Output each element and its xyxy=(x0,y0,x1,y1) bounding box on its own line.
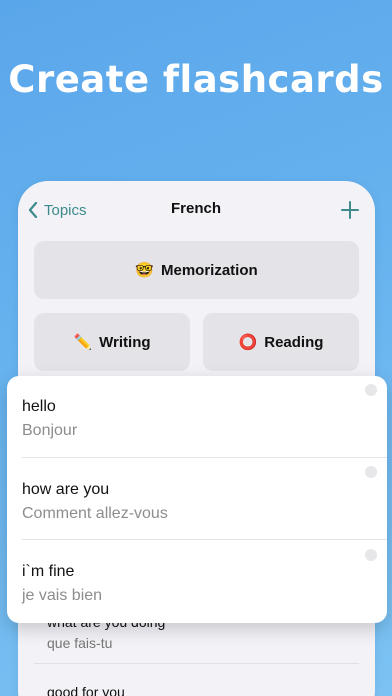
writing-button[interactable]: ✏️ Writing xyxy=(34,313,190,371)
status-dot xyxy=(365,466,377,478)
flashcard-row[interactable]: hello Bonjour xyxy=(7,376,387,458)
card-word: how are you xyxy=(22,481,110,498)
nerd-face-icon: 🤓 xyxy=(135,262,154,279)
divider xyxy=(22,539,387,540)
flashcard-panel: hello Bonjour how are you Comment allez-… xyxy=(7,376,387,623)
card-translation: que fais-tu xyxy=(47,635,113,651)
topic-title: French xyxy=(170,200,221,217)
circle-icon: ⭕ xyxy=(238,334,258,351)
status-dot xyxy=(365,549,377,561)
card-word: i`m fine xyxy=(22,563,75,580)
pencil-icon: ✏️ xyxy=(73,334,93,351)
reading-button[interactable]: ⭕ Reading xyxy=(203,313,359,371)
memorization-label: Memorization xyxy=(161,261,258,279)
flashcard-row[interactable]: how are you Comment allez-vous xyxy=(7,458,387,540)
list-item[interactable]: good for you xyxy=(34,664,359,696)
card-translation: Bonjour xyxy=(22,422,78,439)
memorization-button[interactable]: 🤓 Memorization xyxy=(34,241,359,299)
card-translation: Comment allez-vous xyxy=(22,505,168,522)
card-word: hello xyxy=(22,398,56,415)
headline: Create flashcards xyxy=(8,58,384,101)
add-icon[interactable] xyxy=(340,200,360,220)
card-word: good for you xyxy=(47,684,125,696)
status-dot xyxy=(365,384,377,396)
flashcard-row[interactable]: i`m fine je vais bien xyxy=(7,541,387,623)
card-translation: je vais bien xyxy=(22,587,103,604)
writing-label: Writing xyxy=(99,333,151,351)
reading-label: Reading xyxy=(264,333,324,351)
